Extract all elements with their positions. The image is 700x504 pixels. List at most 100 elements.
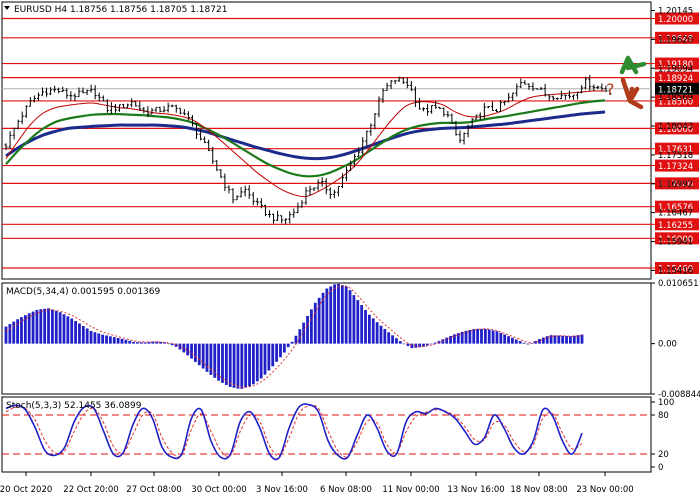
macd-bar: [565, 335, 568, 344]
y-tick-label: 1.17518: [658, 151, 693, 161]
macd-bar: [124, 339, 128, 344]
macd-bar: [290, 341, 294, 344]
macd-bar: [31, 311, 35, 344]
ohlc-header: EURUSD H4 1.18756 1.18756 1.18705 1.1872…: [14, 5, 227, 15]
macd-bar: [337, 283, 340, 344]
macd-bar: [391, 335, 394, 344]
macd-bar: [248, 343, 251, 387]
macd-bar: [499, 332, 503, 344]
macd-bar: [224, 343, 228, 385]
macd-bar: [507, 336, 510, 344]
macd-bar: [97, 333, 101, 344]
y-tick-label: 1.15941: [658, 238, 693, 248]
macd-bar: [178, 343, 182, 350]
macd-bar: [402, 343, 406, 345]
macd-bar: [561, 335, 565, 344]
macd-bar: [8, 324, 12, 344]
macd-bar: [35, 309, 39, 344]
macd-bar: [344, 286, 348, 344]
macd-bar: [472, 329, 476, 344]
macd-bar: [120, 338, 124, 344]
macd-bar: [93, 332, 97, 344]
macd-bar: [309, 309, 313, 344]
macd-bar: [340, 285, 344, 344]
macd-bar: [62, 314, 66, 344]
macd-bar: [108, 336, 112, 344]
y-tick-label: 1.16992: [658, 180, 693, 190]
macd-bar: [518, 341, 522, 344]
macd-bar: [275, 343, 279, 362]
macd-bar: [317, 297, 321, 344]
x-tick-label: 22 Oct 20:00: [63, 485, 118, 495]
macd-bar: [503, 334, 507, 344]
y-tick-label: 1.19094: [658, 64, 693, 74]
macd-bar: [201, 343, 205, 369]
x-tick-label: 3 Nov 16:00: [256, 485, 308, 495]
macd-bar: [209, 343, 213, 375]
y-tick-label: 1.19620: [658, 35, 693, 45]
macd-bar: [132, 341, 135, 344]
macd-bar: [116, 337, 120, 344]
macd-bar: [143, 342, 147, 344]
macd-bar: [66, 316, 70, 344]
macd-bar: [572, 335, 576, 344]
macd-bar: [398, 341, 402, 344]
macd-bar: [39, 309, 43, 344]
macd-y-tick-label: 0.010651: [658, 279, 699, 289]
macd-bar: [364, 310, 367, 344]
macd-bar: [221, 343, 224, 383]
macd-bar: [433, 342, 437, 344]
y-tick-label: 1.18043: [658, 122, 693, 132]
macd-bar: [294, 335, 298, 344]
macd-bar: [267, 343, 271, 371]
chart-root: 1.20000 1.19648 1.19180 1.18924 1.18500 1.180…: [0, 0, 700, 500]
macd-bar: [406, 343, 410, 347]
macd-bar: [298, 329, 302, 344]
macd-bar: [522, 342, 526, 344]
macd-bar: [85, 328, 89, 344]
macd-bar: [74, 321, 77, 344]
macd-bar: [348, 290, 352, 344]
macd-bar: [112, 337, 116, 344]
macd-bar: [286, 343, 290, 348]
macd-y-tick-label: 0.00: [658, 340, 677, 350]
x-tick-label: 13 Nov 16:00: [447, 485, 504, 495]
macd-bar: [429, 343, 433, 345]
macd-bar: [487, 329, 491, 344]
macd-bar: [360, 305, 364, 344]
macd-bar: [232, 343, 236, 388]
macd-bar: [569, 336, 572, 344]
macd-bar: [20, 317, 23, 344]
macd-bar: [282, 343, 286, 353]
macd-bar: [333, 284, 336, 344]
x-tick-label: 20 Oct 2020: [0, 485, 52, 495]
macd-bar: [70, 318, 74, 344]
macd-bar: [194, 343, 197, 362]
x-tick-label: 11 Nov 00:00: [382, 485, 439, 495]
macd-bar: [139, 342, 143, 344]
y-tick-label: 1.16467: [658, 209, 693, 219]
macd-bar: [387, 332, 391, 344]
level-label: 1.17324: [658, 162, 693, 172]
macd-bar: [329, 286, 333, 344]
macd-bar: [445, 337, 449, 344]
macd-bar: [371, 318, 375, 344]
macd-bar: [306, 315, 309, 344]
macd-bar: [101, 334, 105, 344]
macd-bar: [514, 339, 518, 344]
x-tick-label: 18 Nov 08:00: [510, 485, 567, 495]
macd-bar: [236, 343, 240, 389]
y-tick-label: 1.20145: [658, 7, 693, 17]
macd-bar: [166, 343, 170, 345]
macd-bar: [186, 343, 190, 356]
level-label: 1.18924: [658, 74, 693, 84]
macd-bar: [12, 321, 16, 344]
macd-bar: [136, 342, 139, 344]
macd-title: MACD(5,34,4) 0.001595 0.001369: [6, 287, 161, 297]
macd-bar: [356, 300, 360, 344]
macd-bar: [453, 334, 456, 344]
macd-bar: [530, 343, 534, 344]
stoch-y-tick-label: 20: [658, 450, 669, 460]
chart-canvas: 1.200001.196481.191801.189241.185001.180…: [0, 0, 700, 500]
x-tick-label: 30 Oct 00:00: [191, 485, 246, 495]
